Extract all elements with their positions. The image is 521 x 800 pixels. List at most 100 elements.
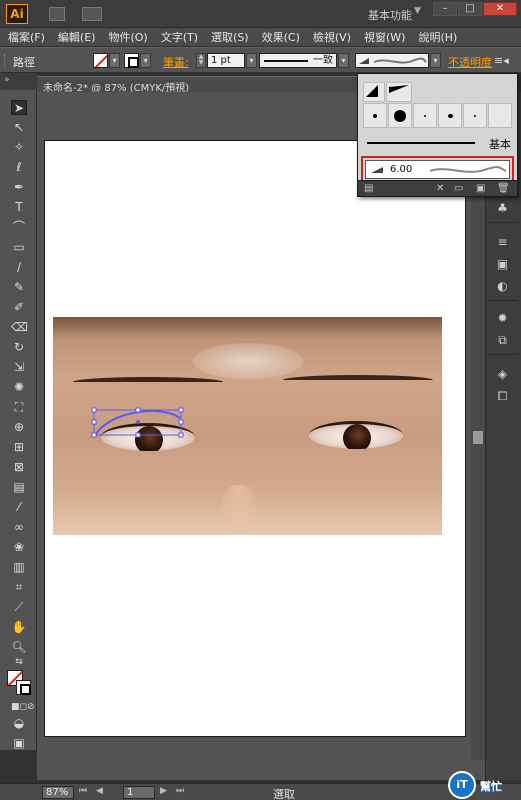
panel-menu-icon[interactable]: ≡◂ [494,54,509,67]
appearance-panel-icon[interactable]: ✹ [494,310,511,326]
eyedropper-tool-icon[interactable]: ⁄ [11,500,27,515]
close-button[interactable]: ✕ [483,2,517,16]
column-graph-tool-icon[interactable]: ▥ [11,560,27,575]
stroke-panel-icon[interactable]: ≡ [494,234,511,250]
symbol-sprayer-tool-icon[interactable]: ❀ [11,540,27,555]
menu-file[interactable]: 檔案(F) [8,29,45,45]
zoom-tool-icon[interactable]: 🔍︎ [11,640,27,655]
stroke-weight-dropdown[interactable]: ▾ [246,53,257,68]
pen-tool-icon[interactable]: ✒ [11,180,27,195]
color-mode-icons[interactable]: ■◻⊘ [11,700,35,715]
menu-view[interactable]: 檢視(V) [313,29,351,45]
stroke-weight-stepper[interactable]: ▲ ▼ [196,53,206,68]
eraser-tool-icon[interactable]: ⌫ [11,320,28,335]
remove-brush-stroke-icon[interactable]: ✕ [436,183,444,194]
blob-brush-tool-icon[interactable]: ✐ [11,300,27,315]
toolbar-stroke-swatch[interactable] [16,680,31,695]
free-transform-tool-icon[interactable]: ⛶ [11,400,27,415]
lasso-tool-icon[interactable]: ℓ [11,160,27,175]
menu-help[interactable]: 說明(H) [418,29,457,45]
status-text[interactable]: 選取 [273,786,295,800]
tools-panel-header[interactable]: » [0,73,37,90]
stroke-label[interactable]: 筆畫: [163,54,189,70]
transparency-panel-icon[interactable]: ◐ [494,278,511,294]
menu-type[interactable]: 文字(T) [161,29,198,45]
magic-wand-tool-icon[interactable]: ✧ [11,140,27,155]
brush-swatch-dot-4[interactable] [438,103,462,128]
stroke-swatch[interactable] [124,53,139,68]
minimize-button[interactable]: – [433,2,457,16]
brush-swatch-empty[interactable] [488,103,512,128]
direct-selection-tool-icon[interactable]: ↖ [11,120,27,135]
drawing-mode-icon[interactable]: ◒ [11,716,27,731]
brush-swatch-dot-3[interactable] [413,103,437,128]
brush-swatch-scatter[interactable] [386,82,412,102]
control-bar-grip[interactable] [4,54,8,68]
title-bar: Ai 基本功能 ▼ – □ ✕ [0,0,521,28]
line-segment-tool-icon[interactable]: ⌒ [11,220,27,235]
document-tab[interactable]: 未命名-2* @ 87% (CMYK/預視) [37,76,357,94]
brush-swatch-dot-1[interactable] [363,103,387,128]
dock-separator [489,354,518,355]
shape-builder-tool-icon[interactable]: ⊕ [11,420,27,435]
selected-brush-row[interactable]: 6.00 [361,156,514,183]
zoom-level-field[interactable]: 87% [42,786,74,799]
type-tool-icon[interactable]: T [11,200,27,215]
workspace-switcher[interactable]: 基本功能 [368,7,412,23]
vertical-scroll-thumb[interactable] [473,431,483,444]
brush-libraries-icon[interactable]: ▤ [364,183,373,194]
artboards-panel-icon[interactable]: ⧠ [494,388,511,404]
artboard-number-field[interactable]: 1 [123,786,155,799]
opacity-label[interactable]: 不透明度 [448,54,492,70]
menu-select[interactable]: 選取(S) [211,29,249,45]
perspective-grid-tool-icon[interactable]: ⊞ [11,440,27,455]
gradient-tool-icon[interactable]: ▤ [11,480,27,495]
paintbrush-tool-icon[interactable]: ∕ [11,260,27,275]
brush-basic-row[interactable]: 基本 [363,135,513,151]
fill-dropdown[interactable]: ▾ [109,53,120,68]
first-artboard-icon[interactable]: ⏮ [79,786,87,796]
last-artboard-icon[interactable]: ⏭ [176,786,184,796]
layers-panel-icon[interactable]: ◈ [494,366,511,382]
brush-swatch-dot-5[interactable] [463,103,487,128]
scale-tool-icon[interactable]: ⇲ [11,360,27,375]
menu-edit[interactable]: 編輯(E) [58,29,96,45]
screen-mode-icon[interactable]: ▣ [11,736,27,751]
slice-tool-icon[interactable]: ⟋ [11,600,27,615]
gradient-panel-icon[interactable]: ▣ [494,256,511,272]
rectangle-tool-icon[interactable]: ▭ [11,240,27,255]
placed-photo[interactable] [53,317,442,535]
stroke-dropdown[interactable]: ▾ [140,53,151,68]
brush-definition[interactable] [355,53,429,68]
delete-brush-icon[interactable]: 🗑︎ [497,183,510,194]
variable-width-profile[interactable]: 一致 [259,53,337,68]
chevron-down-icon[interactable]: ▼ [414,6,421,16]
brush-dropdown[interactable]: ▾ [430,53,441,68]
previous-artboard-icon[interactable]: ◀ [96,786,103,796]
pencil-tool-icon[interactable]: ✎ [11,280,27,295]
bridge-icon[interactable] [49,7,65,21]
hand-tool-icon[interactable]: ✋ [11,620,27,635]
fill-swatch[interactable] [93,53,108,68]
menu-window[interactable]: 視窗(W) [364,29,405,45]
new-brush-icon[interactable]: ▣ [476,183,485,194]
graphic-styles-panel-icon[interactable]: ⧉ [494,332,511,348]
blend-tool-icon[interactable]: ∞ [11,520,27,535]
brush-swatch-dot-2[interactable] [388,103,412,128]
arrange-documents-icon[interactable] [82,7,102,21]
brush-swatch-calligraphic[interactable] [363,82,385,102]
warp-tool-icon[interactable]: ✺ [11,380,27,395]
symbols-panel-icon[interactable]: ♣ [494,200,511,216]
artboard-tool-icon[interactable]: ⌗ [11,580,27,595]
stroke-weight-input[interactable]: 1 pt [207,53,245,68]
profile-dropdown[interactable]: ▾ [338,53,349,68]
mesh-tool-icon[interactable]: ⊠ [11,460,27,475]
selection-tool-icon[interactable]: ➤ [11,100,27,115]
maximize-button[interactable]: □ [458,2,482,16]
swap-fill-stroke-icon[interactable]: ⇆ [11,655,27,670]
menu-object[interactable]: 物件(O) [108,29,147,45]
menu-effect[interactable]: 效果(C) [262,29,300,45]
next-artboard-icon[interactable]: ▶ [160,786,167,796]
rotate-tool-icon[interactable]: ↻ [11,340,27,355]
options-of-selected-object-icon[interactable]: ▭ [454,183,463,194]
